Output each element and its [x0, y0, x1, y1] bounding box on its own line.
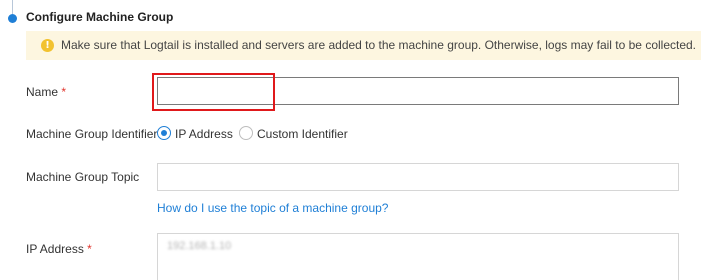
topic-help-link[interactable]: How do I use the topic of a machine grou…	[157, 201, 388, 215]
step-connector-line	[12, 0, 13, 14]
radio-custom-identifier-label[interactable]: Custom Identifier	[257, 127, 348, 141]
topic-label: Machine Group Topic	[26, 170, 140, 184]
radio-custom-identifier[interactable]: Custom Identifier	[239, 126, 349, 142]
radio-ip-address-circle[interactable]	[157, 126, 171, 140]
ip-address-label: IP Address *	[26, 242, 92, 256]
identifier-label: Machine Group Identifier	[26, 127, 158, 141]
ip-address-label-text: IP Address	[26, 242, 84, 256]
name-label-text: Name	[26, 85, 59, 99]
radio-custom-identifier-circle[interactable]	[239, 126, 253, 140]
notice-text: Make sure that Logtail is installed and …	[61, 38, 697, 52]
required-mark: *	[87, 242, 92, 256]
name-input[interactable]	[157, 77, 679, 105]
ip-address-textarea[interactable]: 192.168.1.10	[157, 233, 679, 280]
step-indicator-dot	[8, 14, 17, 23]
ip-address-value: 192.168.1.10	[167, 240, 232, 252]
radio-ip-address[interactable]: IP Address	[157, 126, 233, 142]
warning-icon: !	[41, 39, 54, 52]
notice-banner: ! Make sure that Logtail is installed an…	[26, 31, 701, 60]
name-label: Name *	[26, 85, 66, 99]
radio-ip-address-label[interactable]: IP Address	[175, 127, 233, 141]
topic-input[interactable]	[157, 163, 679, 191]
required-mark: *	[61, 85, 67, 99]
section-title: Configure Machine Group	[26, 10, 174, 24]
